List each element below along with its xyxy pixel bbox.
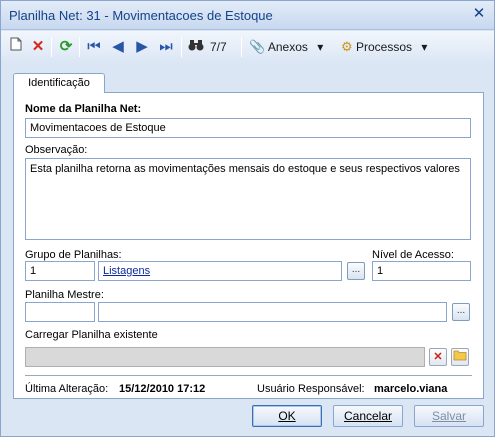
previous-record-icon[interactable]: ◀ bbox=[109, 37, 127, 57]
carregar-path-input[interactable] bbox=[25, 347, 425, 367]
carregar-label: Carregar Planilha existente bbox=[25, 329, 158, 341]
grupo-lookup-button[interactable]: ... bbox=[347, 262, 365, 280]
grupo-label: Grupo de Planilhas: bbox=[25, 249, 122, 261]
new-icon[interactable] bbox=[7, 37, 25, 57]
close-icon[interactable]: ✕ bbox=[472, 6, 486, 22]
folder-icon[interactable] bbox=[451, 348, 469, 366]
save-button[interactable]: Salvar bbox=[414, 405, 484, 427]
mestre-label: Planilha Mestre: bbox=[25, 289, 104, 301]
toolbar-separator bbox=[181, 37, 182, 57]
window-title: Planilha Net: 31 - Movimentacoes de Esto… bbox=[9, 8, 273, 23]
last-record-icon[interactable]: ⏭ bbox=[157, 37, 175, 57]
ultima-alteracao-value: 15/12/2010 17:12 bbox=[119, 383, 206, 395]
nome-label: Nome da Planilha Net: bbox=[25, 103, 142, 115]
cancel-label: Cancelar bbox=[343, 409, 393, 423]
ok-label: OK bbox=[278, 409, 296, 423]
delete-icon[interactable]: ✕ bbox=[29, 37, 47, 57]
mestre-lookup-button[interactable]: ... bbox=[452, 303, 470, 321]
clear-icon[interactable]: ✕ bbox=[429, 348, 447, 366]
divider bbox=[25, 375, 472, 376]
mestre-code-input[interactable] bbox=[25, 302, 95, 322]
toolbar-separator bbox=[79, 37, 80, 57]
toolbar-separator bbox=[51, 37, 52, 57]
first-record-icon[interactable]: ⏮ bbox=[85, 37, 103, 57]
observacao-label: Observação: bbox=[25, 144, 88, 156]
grupo-link[interactable]: Listagens bbox=[103, 265, 150, 277]
grupo-code-input[interactable]: 1 bbox=[25, 261, 95, 281]
anexos-label: Anexos bbox=[267, 40, 308, 54]
tab-identificacao[interactable]: Identificação bbox=[13, 73, 105, 93]
nivel-input[interactable]: 1 bbox=[372, 261, 471, 281]
usuario-label: Usuário Responsável: bbox=[257, 383, 365, 395]
usuario-value: marcelo.viana bbox=[374, 383, 448, 395]
paperclip-icon: 📎 bbox=[249, 39, 266, 54]
nivel-label: Nível de Acesso: bbox=[372, 249, 454, 261]
chevron-down-icon: ▾ bbox=[317, 40, 324, 54]
binoculars-icon[interactable] bbox=[187, 37, 205, 57]
dialog-window: Planilha Net: 31 - Movimentacoes de Esto… bbox=[0, 0, 495, 437]
save-label: Salvar bbox=[431, 409, 466, 423]
processos-menu-button[interactable]: ⚙ Processos ▾ bbox=[341, 37, 441, 57]
next-record-icon[interactable]: ▶ bbox=[133, 37, 151, 57]
grupo-name-field: Listagens bbox=[98, 261, 342, 281]
cancel-button[interactable]: Cancelar bbox=[333, 405, 403, 427]
processos-label: Processos bbox=[356, 40, 413, 54]
toolbar-separator bbox=[241, 37, 242, 57]
refresh-icon[interactable]: ⟳ bbox=[57, 37, 75, 57]
anexos-menu-button[interactable]: 📎 Anexos ▾ bbox=[249, 37, 335, 57]
toolbar: ✕ ⟳ ⏮ ◀ ▶ ⏭ 7/7 📎 Anexos ▾ ⚙ Processos ▾ bbox=[1, 31, 494, 63]
observacao-textarea[interactable]: Esta planilha retorna as movimentações m… bbox=[25, 158, 471, 240]
record-counter: 7/7 bbox=[210, 40, 227, 54]
chevron-down-icon: ▾ bbox=[421, 40, 428, 54]
gears-icon: ⚙ bbox=[341, 39, 353, 54]
nome-input[interactable]: Movimentacoes de Estoque bbox=[25, 118, 471, 138]
title-bar: Planilha Net: 31 - Movimentacoes de Esto… bbox=[1, 1, 494, 30]
ok-button[interactable]: OK bbox=[252, 405, 322, 427]
mestre-name-input[interactable] bbox=[98, 302, 447, 322]
ultima-alteracao-label: Última Alteração: bbox=[25, 383, 109, 395]
